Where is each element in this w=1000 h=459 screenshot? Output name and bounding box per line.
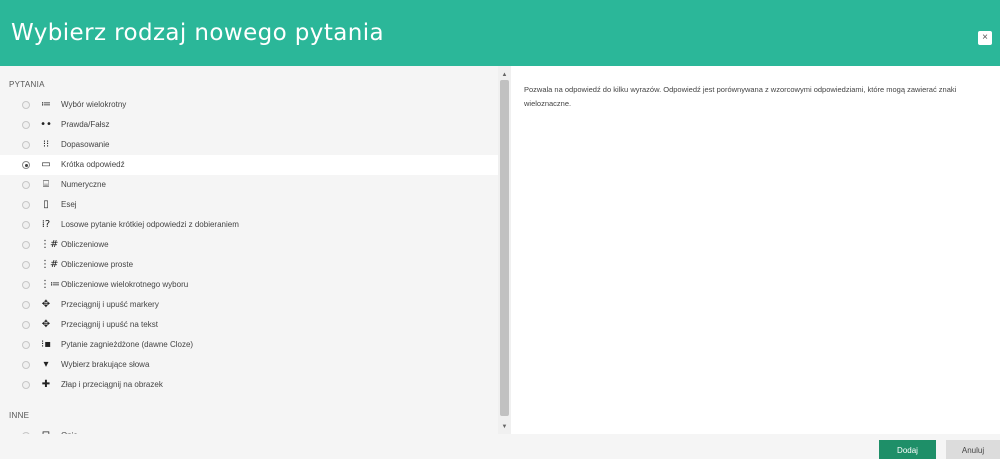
- radio-button[interactable]: [22, 381, 30, 389]
- question-type-dialog: Wybierz rodzaj nowego pytania × PYTANIA …: [0, 0, 1000, 459]
- shortanswer-icon: ▭: [41, 159, 51, 170]
- randomsamatch-icon: ⁞?: [41, 219, 51, 230]
- question-option-label: Obliczeniowe: [61, 240, 109, 249]
- truefalse-icon: ••: [40, 119, 52, 130]
- radio-button[interactable]: [22, 201, 30, 209]
- question-option[interactable]: ⋮# Obliczeniowe proste: [0, 255, 498, 275]
- question-option[interactable]: ⋮≔ Obliczeniowe wielokrotnego wyboru: [0, 275, 498, 295]
- question-option-label: Losowe pytanie krótkiej odpowiedzi z dob…: [61, 220, 239, 229]
- question-option-label: Esej: [61, 200, 77, 209]
- ddimageortext-icon: ✚: [41, 379, 51, 390]
- dialog-footer: [0, 434, 1000, 459]
- calculatedsimple-icon: ⋮#: [40, 259, 59, 270]
- question-option[interactable]: ▭ Krótka odpowiedź: [0, 155, 498, 175]
- question-option-label: Złap i przeciągnij na obrazek: [61, 380, 163, 389]
- questions-list: ≔ Wybór wielokrotny •• Prawda/Fałsz ⁝⁝ Dopaso…: [0, 95, 498, 395]
- question-option[interactable]: ⁝▪ Pytanie zagnieżdżone (dawne Cloze): [0, 335, 498, 355]
- radio-button[interactable]: [22, 281, 30, 289]
- question-option-label: Opis: [61, 426, 77, 434]
- calculated-icon: ⋮#: [40, 239, 59, 250]
- question-option[interactable]: •• Prawda/Fałsz: [0, 115, 498, 135]
- question-option[interactable]: ▯ Esej: [0, 195, 498, 215]
- other-list: ⊟Opis: [0, 426, 498, 434]
- question-option[interactable]: ✥ Przeciągnij i upuść na tekst: [0, 315, 498, 335]
- question-option[interactable]: ⊟Opis: [0, 426, 498, 434]
- question-option[interactable]: ⋮# Obliczeniowe: [0, 235, 498, 255]
- numerical-icon: ⌸: [43, 179, 49, 190]
- radio-button[interactable]: [22, 221, 30, 229]
- radio-button[interactable]: [22, 301, 30, 309]
- list-scrollbar[interactable]: ▲ ▼: [498, 66, 511, 434]
- question-option[interactable]: ≔ Wybór wielokrotny: [0, 95, 498, 115]
- radio-button[interactable]: [22, 141, 30, 149]
- multichoice-icon: ≔: [41, 99, 51, 110]
- question-option-label: Dopasowanie: [61, 140, 110, 149]
- scrollbar-thumb[interactable]: [500, 80, 509, 416]
- question-option-label: Obliczeniowe proste: [61, 260, 134, 269]
- add-button[interactable]: Dodaj: [879, 440, 936, 459]
- section-header-other: INNE: [9, 411, 30, 420]
- radio-button[interactable]: [22, 321, 30, 329]
- multianswer-icon: ⁝▪: [41, 339, 51, 350]
- question-type-description: Pozwala na odpowiedź do kilku wyrazów. O…: [524, 85, 957, 108]
- question-type-list: PYTANIA ≔ Wybór wielokrotny •• Prawda/Fałsz…: [0, 66, 498, 434]
- radio-button[interactable]: [22, 161, 30, 169]
- radio-button[interactable]: [22, 241, 30, 249]
- dialog-header: Wybierz rodzaj nowego pytania ×: [0, 0, 1000, 66]
- calculatedmulti-icon: ⋮≔: [40, 279, 60, 290]
- ddmarker-icon: ✥: [41, 299, 51, 310]
- section-header-questions: PYTANIA: [9, 80, 45, 89]
- question-option-label: Obliczeniowe wielokrotnego wyboru: [61, 280, 189, 289]
- radio-button[interactable]: [22, 341, 30, 349]
- gapselect-icon: ▾: [43, 359, 49, 370]
- close-button[interactable]: ×: [978, 31, 992, 45]
- essay-icon: ▯: [43, 199, 49, 210]
- question-option[interactable]: ✥ Przeciągnij i upuść markery: [0, 295, 498, 315]
- question-option-label: Wybór wielokrotny: [61, 100, 127, 109]
- question-option[interactable]: ▾ Wybierz brakujące słowa: [0, 355, 498, 375]
- radio-button[interactable]: [22, 361, 30, 369]
- question-option-label: Krótka odpowiedź: [61, 160, 125, 169]
- matching-icon: ⁝⁝: [42, 139, 50, 150]
- question-option-label: Prawda/Fałsz: [61, 120, 110, 129]
- question-option[interactable]: ⁝⁝ Dopasowanie: [0, 135, 498, 155]
- question-option-label: Przeciągnij i upuść markery: [61, 300, 159, 309]
- ddwtos-icon: ✥: [41, 319, 51, 330]
- radio-button[interactable]: [22, 121, 30, 129]
- question-option[interactable]: ✚ Złap i przeciągnij na obrazek: [0, 375, 498, 395]
- radio-button[interactable]: [22, 261, 30, 269]
- question-option-label: Przeciągnij i upuść na tekst: [61, 320, 158, 329]
- scroll-up-arrow-icon[interactable]: ▲: [498, 70, 511, 80]
- cancel-button[interactable]: Anuluj: [946, 440, 1000, 459]
- question-option-label: Wybierz brakujące słowa: [61, 360, 150, 369]
- question-option[interactable]: ⁞? Losowe pytanie krótkiej odpowiedzi z d…: [0, 215, 498, 235]
- question-option-label: Numeryczne: [61, 180, 106, 189]
- dialog-title: Wybierz rodzaj nowego pytania: [11, 20, 384, 46]
- question-option[interactable]: ⌸ Numeryczne: [0, 175, 498, 195]
- scroll-down-arrow-icon[interactable]: ▼: [498, 422, 511, 432]
- radio-button[interactable]: [22, 101, 30, 109]
- question-option-label: Pytanie zagnieżdżone (dawne Cloze): [61, 340, 194, 349]
- radio-button[interactable]: [22, 181, 30, 189]
